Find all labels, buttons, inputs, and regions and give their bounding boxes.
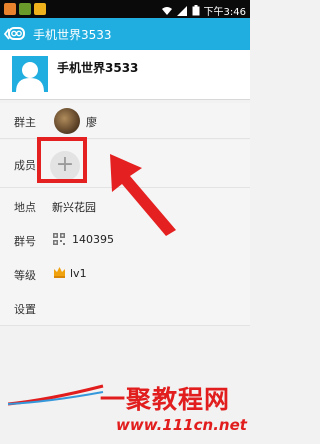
app-bar: 手机世界3533 (0, 18, 250, 50)
highlight-box (37, 137, 87, 183)
owner-name: 廖 (86, 116, 97, 129)
watermark: 一聚教程网 www.111cn.net (0, 376, 250, 444)
members-label: 成员 (14, 159, 36, 172)
signal-icon (176, 5, 187, 16)
red-arrow-annotation (110, 154, 176, 236)
watermark-text: 一聚教程网 (100, 385, 231, 414)
chat-logo-icon (8, 27, 25, 40)
status-right-group: 下午3:46 (161, 3, 246, 18)
settings-label: 设置 (14, 303, 36, 316)
shopping-app-icon (34, 3, 46, 15)
status-bar: 下午3:46 (0, 0, 250, 18)
wifi-icon (161, 6, 172, 15)
owner-avatar[interactable] (54, 108, 80, 134)
level-label: 等级 (14, 269, 36, 282)
status-app-icons (4, 3, 46, 15)
location-value: 新兴花园 (52, 201, 96, 214)
notification-app-icon (4, 3, 16, 15)
group-avatar-icon (16, 62, 44, 92)
owner-label: 群主 (14, 116, 36, 129)
location-label: 地点 (14, 201, 36, 214)
group-number-label: 群号 (14, 235, 36, 248)
group-name: 手机世界3533 (57, 61, 139, 75)
settings-row[interactable]: 设置 (0, 290, 250, 326)
chat-app-icon (19, 3, 31, 15)
page-title: 手机世界3533 (33, 28, 112, 42)
owner-row[interactable]: 群主 廖 (0, 103, 250, 139)
battery-icon (192, 5, 200, 16)
watermark-url: www.111cn.net (116, 416, 247, 434)
level-row[interactable]: 等级 lv1 (0, 256, 250, 292)
crown-icon (54, 267, 65, 278)
group-header[interactable]: 手机世界3533 (0, 50, 250, 100)
group-avatar[interactable] (12, 56, 48, 92)
qr-code-icon (53, 233, 65, 245)
level-value: lv1 (70, 267, 87, 280)
status-time: 下午3:46 (203, 7, 246, 18)
